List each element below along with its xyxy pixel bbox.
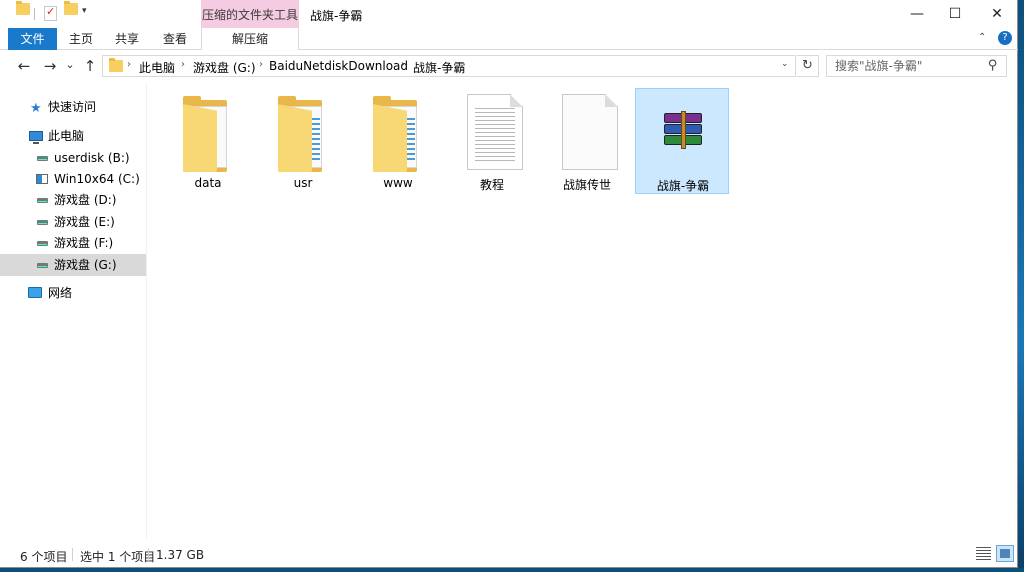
file-item-zhanqi-zhengba[interactable]: 战旗-争霸: [635, 88, 729, 194]
help-icon[interactable]: ?: [998, 31, 1012, 45]
selection-size: 1.37 GB: [156, 548, 205, 562]
drive-icon: [37, 263, 48, 268]
quick-access-separator: [34, 8, 35, 20]
sidebar-item-drive-b[interactable]: userdisk (B:): [0, 147, 146, 169]
file-item-data[interactable]: data: [161, 88, 255, 194]
recent-locations-chevron-icon[interactable]: ⌄: [60, 58, 80, 71]
sidebar-item-label: 此电脑: [48, 129, 85, 143]
search-icon[interactable]: ⚲: [988, 58, 998, 73]
file-item-tutorial[interactable]: 教程: [445, 88, 539, 194]
tab-view[interactable]: 查看: [156, 28, 194, 50]
folder-icon: [373, 96, 423, 172]
breadcrumb-separator-icon[interactable]: ›: [259, 59, 263, 70]
breadcrumb-separator-icon[interactable]: ›: [401, 59, 405, 70]
ribbon-tabs: 文件 主页 共享 查看 解压缩 ⌃ ?: [0, 28, 1018, 50]
windows-drive-icon: [36, 174, 48, 184]
sidebar-item-network[interactable]: 网络: [0, 282, 146, 304]
window-title: 战旗-争霸: [310, 9, 363, 23]
navigation-bar: ← → ⌄ ↑ › 此电脑 › 游戏盘 (G:) › BaiduNetdiskD…: [0, 50, 1018, 82]
folder-icon: [183, 96, 233, 172]
item-count: 6 个项目: [20, 550, 68, 564]
sidebar-item-drive-d[interactable]: 游戏盘 (D:): [0, 189, 146, 211]
tab-file[interactable]: 文件: [8, 28, 57, 50]
breadcrumb-separator-icon[interactable]: ›: [181, 59, 185, 70]
large-icons-view-icon[interactable]: [996, 545, 1014, 562]
status-bar: 6 个项目 选中 1 个项目 1.37 GB: [0, 540, 1018, 568]
drive-icon: [37, 198, 48, 203]
file-item-usr[interactable]: usr: [256, 88, 350, 194]
rar-archive-icon: [664, 111, 702, 149]
file-name: 战旗-争霸: [656, 179, 710, 193]
drive-icon: [37, 241, 48, 246]
sidebar-item-label: 游戏盘 (F:): [54, 236, 114, 250]
folder-icon: [278, 96, 328, 172]
sidebar-item-drive-e[interactable]: 游戏盘 (E:): [0, 211, 146, 233]
breadcrumb-this-pc[interactable]: 此电脑: [139, 59, 175, 76]
sidebar-item-quick-access[interactable]: ★ 快速访问: [0, 96, 146, 118]
file-item-zhanqi-chuanshi[interactable]: 战旗传世: [540, 88, 634, 194]
breadcrumb-current-folder[interactable]: 战旗-争霸: [413, 59, 465, 76]
search-input[interactable]: 搜索"战旗-争霸": [826, 55, 1007, 77]
sidebar-item-label: 网络: [48, 286, 73, 300]
sidebar-item-drive-g[interactable]: 游戏盘 (G:): [0, 254, 146, 276]
folder-icon: [16, 1, 30, 15]
collapse-ribbon-icon[interactable]: ⌃: [978, 32, 986, 43]
file-name: 教程: [479, 178, 504, 192]
file-name: www: [383, 176, 413, 190]
sidebar-item-drive-c[interactable]: Win10x64 (C:): [0, 168, 146, 190]
tab-home[interactable]: 主页: [62, 28, 100, 50]
network-icon: [28, 287, 42, 298]
sidebar-item-label: userdisk (B:): [54, 151, 130, 165]
address-dropdown-chevron-icon[interactable]: ⌄: [781, 59, 789, 69]
sidebar-item-label: 游戏盘 (G:): [54, 258, 117, 272]
selection-count: 选中 1 个项目: [80, 550, 156, 564]
refresh-button[interactable]: ↻: [797, 55, 819, 77]
star-icon: ★: [30, 101, 42, 116]
drive-icon: [37, 220, 48, 225]
tab-extract[interactable]: 解压缩: [201, 28, 299, 50]
drive-icon: [37, 156, 48, 161]
properties-icon[interactable]: [44, 5, 57, 21]
sidebar-item-label: 快速访问: [48, 100, 97, 114]
file-item-www[interactable]: www: [351, 88, 445, 194]
customize-toolbar-chevron-icon[interactable]: ▾: [82, 6, 87, 16]
sidebar-item-label: 游戏盘 (D:): [54, 193, 117, 207]
sidebar-item-drive-f[interactable]: 游戏盘 (F:): [0, 232, 146, 254]
breadcrumb-drive-g[interactable]: 游戏盘 (G:): [193, 59, 256, 76]
explorer-window: ▾ 压缩的文件夹工具 战旗-争霸 — ☐ ✕ 文件 主页 共享 查看 解压缩 ⌃…: [0, 0, 1018, 568]
desktop-background: [1018, 0, 1024, 572]
title-bar: ▾ 压缩的文件夹工具 战旗-争霸 — ☐ ✕: [0, 0, 1018, 28]
forward-button[interactable]: →: [40, 57, 60, 75]
new-folder-icon[interactable]: [64, 1, 78, 15]
sidebar-item-label: Win10x64 (C:): [54, 172, 140, 186]
up-button[interactable]: ↑: [80, 57, 100, 75]
back-button[interactable]: ←: [14, 57, 34, 75]
breadcrumb-separator-icon[interactable]: ›: [127, 59, 131, 70]
sidebar-item-this-pc[interactable]: 此电脑: [0, 125, 146, 147]
file-name: usr: [293, 176, 313, 190]
taskbar-edge: [0, 568, 1024, 572]
file-name: 战旗传世: [562, 178, 611, 192]
close-button[interactable]: ✕: [974, 0, 1020, 28]
tab-share[interactable]: 共享: [108, 28, 146, 50]
file-list: data usr www 教程 战旗传世 战旗-争霸: [148, 83, 1018, 538]
compressed-folder-tools-label: 压缩的文件夹工具: [201, 0, 299, 28]
maximize-button[interactable]: ☐: [932, 0, 978, 28]
folder-icon: [109, 58, 123, 72]
computer-icon: [29, 131, 43, 144]
address-bar[interactable]: › 此电脑 › 游戏盘 (G:) › BaiduNetdiskDownload …: [102, 55, 796, 77]
details-view-icon[interactable]: [976, 547, 991, 560]
file-name: data: [194, 176, 222, 190]
sidebar-item-label: 游戏盘 (E:): [54, 215, 115, 229]
breadcrumb-baidunetdiskdownload[interactable]: BaiduNetdiskDownload: [269, 59, 408, 73]
navigation-pane: ★ 快速访问 此电脑 userdisk (B:) Win10x64 (C:) 游…: [0, 83, 147, 538]
